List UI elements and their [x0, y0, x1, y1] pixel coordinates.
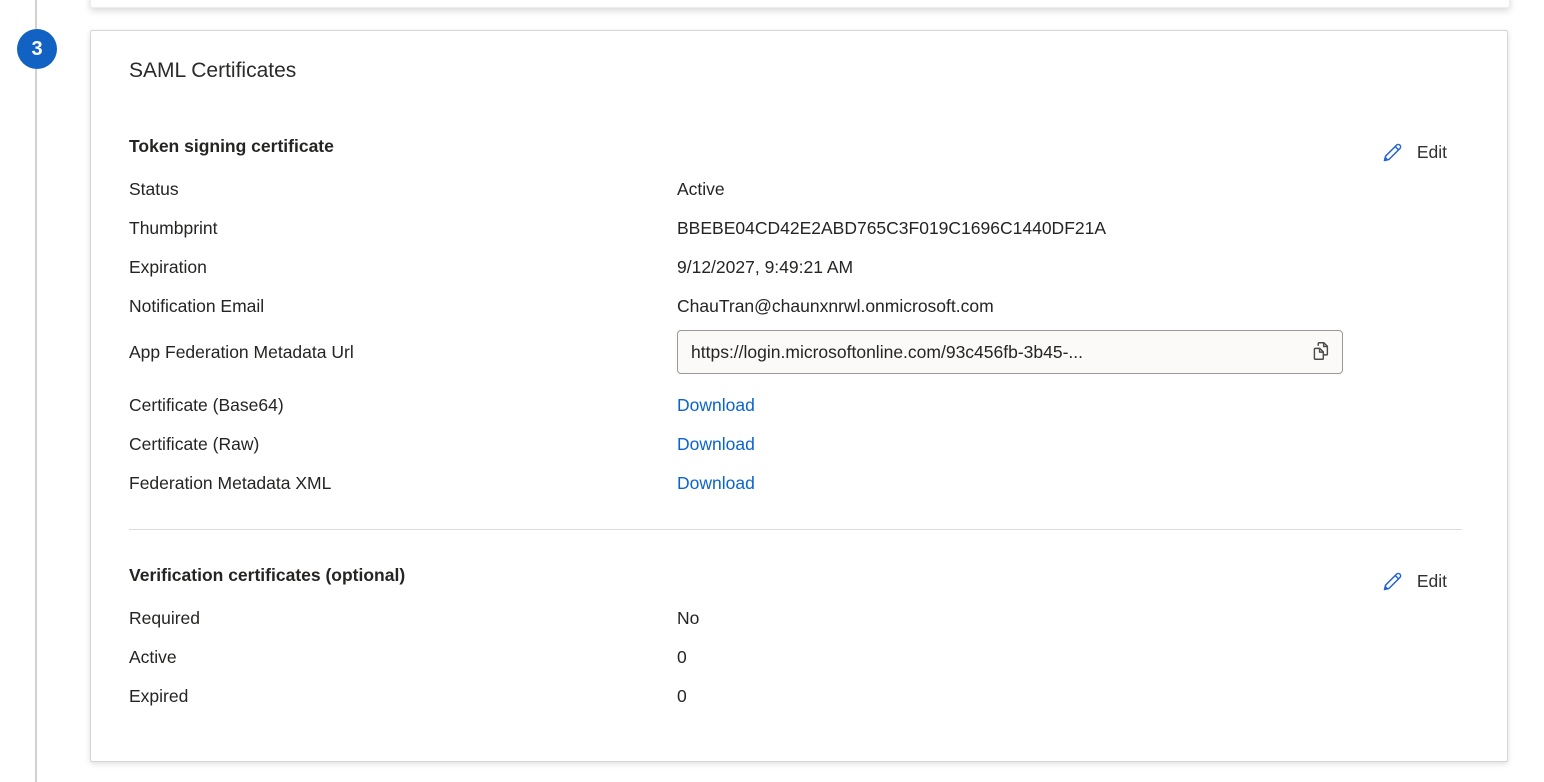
token-signing-heading: Token signing certificate: [129, 131, 334, 161]
expired-row: Expired 0: [129, 677, 1447, 716]
expiration-value: 9/12/2027, 9:49:21 AM: [677, 257, 1447, 278]
step-number-badge: 3: [17, 29, 57, 69]
row-label: Certificate (Base64): [129, 395, 677, 416]
row-label: Notification Email: [129, 296, 677, 317]
verification-heading: Verification certificates (optional): [129, 560, 405, 590]
status-row: Status Active: [129, 170, 1447, 209]
app-federation-metadata-url-row: App Federation Metadata Url https://logi…: [129, 326, 1447, 378]
download-federation-metadata-xml-link[interactable]: Download: [677, 473, 1447, 494]
certificate-base64-row: Certificate (Base64) Download: [129, 386, 1447, 425]
verification-edit-button[interactable]: Edit: [1381, 570, 1447, 593]
row-label: Federation Metadata XML: [129, 473, 677, 494]
row-label: Thumbprint: [129, 218, 677, 239]
download-certificate-base64-link[interactable]: Download: [677, 395, 1447, 416]
row-label: Active: [129, 647, 677, 668]
active-row: Active 0: [129, 638, 1447, 677]
edit-button-label: Edit: [1417, 142, 1447, 163]
thumbprint-row: Thumbprint BBEBE04CD42E2ABD765C3F019C169…: [129, 209, 1447, 248]
row-label: Expiration: [129, 257, 677, 278]
active-value: 0: [677, 647, 1447, 668]
row-label: Required: [129, 608, 677, 629]
saml-certificates-card: SAML Certificates Token signing certific…: [90, 30, 1508, 762]
pencil-icon: [1381, 570, 1404, 593]
copy-icon: [1310, 340, 1332, 365]
download-rows: Certificate (Base64) Download Certificat…: [129, 386, 1447, 503]
expired-value: 0: [677, 686, 1447, 707]
status-value: Active: [677, 179, 1447, 200]
row-label: App Federation Metadata Url: [129, 342, 677, 363]
saml-sso-page-fragment: 3 SAML Certificates Token signing certif…: [0, 0, 1544, 782]
certificate-raw-row: Certificate (Raw) Download: [129, 425, 1447, 464]
previous-card-bottom-edge: [90, 0, 1510, 8]
token-signing-edit-button[interactable]: Edit: [1381, 141, 1447, 164]
pencil-icon: [1381, 141, 1404, 164]
required-row: Required No: [129, 599, 1447, 638]
verification-section-header: Verification certificates (optional) Edi…: [129, 560, 1447, 593]
token-signing-rows: Status Active Thumbprint BBEBE04CD42E2AB…: [129, 170, 1447, 503]
download-certificate-raw-link[interactable]: Download: [677, 434, 1447, 455]
step-number: 3: [31, 38, 42, 61]
section-divider: [129, 529, 1462, 530]
token-signing-section-header: Token signing certificate Edit: [129, 131, 1447, 164]
metadata-url-field[interactable]: https://login.microsoftonline.com/93c456…: [677, 330, 1343, 374]
step-connector-line: [35, 0, 37, 782]
row-label: Status: [129, 179, 677, 200]
required-value: No: [677, 608, 1447, 629]
metadata-url-value: https://login.microsoftonline.com/93c456…: [678, 342, 1300, 363]
card-title: SAML Certificates: [129, 57, 1447, 85]
edit-button-label: Edit: [1417, 571, 1447, 592]
notification-email-value: ChauTran@chaunxnrwl.onmicrosoft.com: [677, 296, 1447, 317]
verification-rows: Required No Active 0 Expired 0: [129, 599, 1447, 716]
row-label: Certificate (Raw): [129, 434, 677, 455]
expiration-row: Expiration 9/12/2027, 9:49:21 AM: [129, 248, 1447, 287]
row-label: Expired: [129, 686, 677, 707]
copy-url-button[interactable]: [1300, 331, 1342, 373]
thumbprint-value: BBEBE04CD42E2ABD765C3F019C1696C1440DF21A: [677, 218, 1447, 239]
notification-email-row: Notification Email ChauTran@chaunxnrwl.o…: [129, 287, 1447, 326]
federation-metadata-xml-row: Federation Metadata XML Download: [129, 464, 1447, 503]
